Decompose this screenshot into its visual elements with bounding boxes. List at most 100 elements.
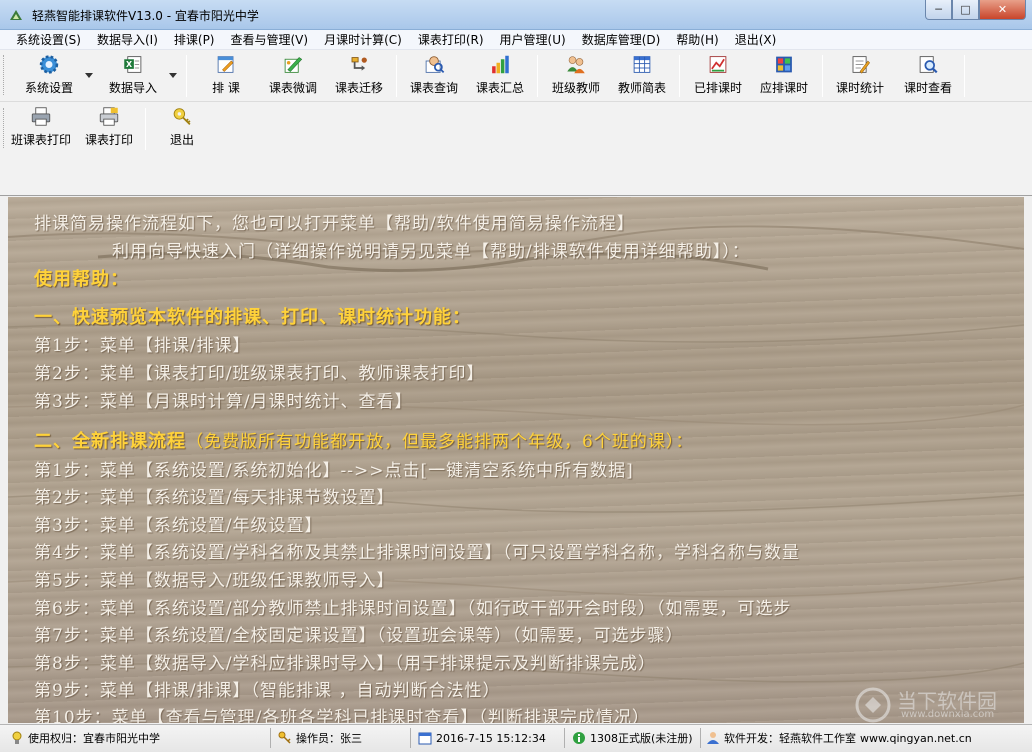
toolbar-query-button[interactable]: 课表查询 [405, 50, 463, 96]
toolbar-grip[interactable] [3, 55, 6, 95]
toolbar-migrate-button[interactable]: 课表迁移 [330, 50, 388, 96]
menu-monthly-hours[interactable]: 月课时计算(C) [316, 31, 410, 49]
toolbar-label: 系统设置 [24, 81, 73, 95]
user-icon [707, 732, 719, 744]
watermark: 当下软件园 www.downxia.com [855, 685, 1025, 725]
close-button[interactable]: ✕ [979, 0, 1026, 20]
menu-view-manage[interactable]: 查看与管理(V) [223, 31, 317, 49]
help-heading: 使用帮助： [34, 269, 129, 290]
status-rights: 使用权归：宜春市阳光中学 [10, 729, 160, 747]
section2-step: 第1步：菜单【系统设置/系统初始化】-->>点击[一键清空系统中所有数据] [34, 461, 634, 481]
section1-step: 第3步：菜单【月课时计算/月课时统计、查看】 [34, 392, 413, 412]
section1-step: 第2步：菜单【课表打印/班级课表打印、教师课表打印】 [34, 364, 485, 384]
status-divider [410, 728, 411, 748]
section2-step: 第3步：菜单【系统设置/年级设置】 [34, 516, 323, 536]
menu-bar: 系统设置(S) 数据导入(I) 排课(P) 查看与管理(V) 月课时计算(C) … [0, 30, 1032, 50]
toolbar-hour-view-button[interactable]: 课时查看 [897, 50, 959, 96]
toolbar-separator [186, 55, 187, 97]
calendar-icon [418, 732, 432, 745]
menu-database[interactable]: 数据库管理(D) [574, 31, 669, 49]
status-version-text: 1308正式版(未注册) [590, 732, 693, 745]
title-bar: 轻燕智能排课软件V13.0 - 宜春市阳光中学 ─ □ ✕ [0, 0, 1032, 30]
print-table-icon [99, 107, 119, 126]
status-divider [700, 728, 701, 748]
section2-note: （免费版所有功能都开放，但最多能排两个年级，6个班的课）： [186, 432, 694, 452]
toolbar-teacher-table-button[interactable]: 教师简表 [613, 50, 671, 96]
app-logo-icon [10, 10, 22, 20]
dropdown-arrow-icon[interactable] [168, 70, 178, 80]
main-toolbar: 系统设置 X 数据导入 排 课 课表微调 课表迁移 课表查询 课表汇总 班级教师… [0, 50, 1032, 102]
toolbar-scheduled-hours-button[interactable]: 已排课时 [689, 50, 747, 96]
migrate-icon [351, 57, 367, 71]
schedule-edit-icon [217, 56, 234, 73]
section2-step: 第9步：菜单【排课/排课】（智能排课 ，自动判断合法性） [34, 681, 501, 701]
minimize-button[interactable]: ─ [925, 0, 952, 20]
printer-icon [31, 107, 51, 126]
close-icon: ✕ [997, 3, 1008, 16]
toolbar-required-hours-button[interactable]: 应排课时 [755, 50, 813, 96]
toolbar-label: 课表微调 [268, 81, 317, 95]
toolbar-class-print-button[interactable]: 班课表打印 [9, 102, 73, 148]
toolbar-label: 数据导入 [108, 81, 157, 95]
section2-title: 二、全新排课流程 [34, 431, 186, 452]
toolbar-separator [679, 55, 680, 97]
menu-print[interactable]: 课表打印(R) [410, 31, 492, 49]
status-rights-text: 使用权归：宜春市阳光中学 [28, 732, 160, 745]
query-icon [425, 56, 445, 73]
toolbar-class-teacher-button[interactable]: 班级教师 [547, 50, 605, 96]
menu-schedule[interactable]: 排课(P) [166, 31, 223, 49]
status-developer: 软件开发：轻燕软件工作室 www.qingyan.net.cn [706, 729, 972, 747]
status-datetime-text: 2016-7-15 15:12:34 [436, 731, 546, 745]
status-version: 1308正式版(未注册) [572, 729, 693, 747]
section2-step: 第5步：菜单【数据导入/班级任课教师导入】 [34, 571, 395, 591]
minimize-icon: ─ [935, 3, 942, 16]
section2-step: 第8步：菜单【数据导入/学科应排课时导入】（用于排课提示及判断排课完成） [34, 654, 657, 674]
dropdown-arrow-icon[interactable] [84, 70, 94, 80]
toolbar-label: 退出 [169, 133, 194, 147]
status-website[interactable]: www.qingyan.net.cn [860, 732, 972, 745]
menu-help[interactable]: 帮助(H) [668, 31, 726, 49]
status-operator: 操作员：张三 [278, 729, 362, 747]
toolbar-label: 课时统计 [835, 81, 884, 95]
toolbar-label: 课表查询 [409, 81, 458, 95]
toolbar-summary-button[interactable]: 课表汇总 [471, 50, 529, 96]
print-toolbar: 班课表打印 课表打印 退出 [0, 102, 1032, 196]
key-icon [278, 731, 291, 744]
toolbar-label: 班课表打印 [10, 133, 71, 147]
toolbar-data-import-button[interactable]: X 数据导入 [104, 50, 162, 96]
toolbar-system-settings-button[interactable]: 系统设置 [20, 50, 78, 96]
toolbar-separator [396, 55, 397, 97]
scheduled-icon [709, 56, 727, 73]
intro-line-2: 利用向导快速入门（详细操作说明请另见菜单【帮助/排课软件使用详细帮助】）： [112, 242, 750, 262]
status-datetime: 2016-7-15 15:12:34 [418, 729, 546, 747]
exit-key-icon [173, 108, 191, 125]
section2-step: 第6步：菜单【系统设置/部分教师禁止排课时间设置】（如行政干部开会时段）（如需要… [34, 599, 792, 619]
section1-title: 一、快速预览本软件的排课、打印、课时统计功能： [34, 307, 471, 328]
toolbar-separator [537, 55, 538, 97]
menu-data-import[interactable]: 数据导入(I) [89, 31, 166, 49]
menu-user-management[interactable]: 用户管理(U) [492, 31, 574, 49]
toolbar-separator [964, 55, 965, 97]
window-title: 轻燕智能排课软件V13.0 - 宜春市阳光中学 [32, 9, 259, 23]
toolbar-exit-button[interactable]: 退出 [156, 102, 208, 148]
section2-step: 第4步：菜单【系统设置/学科名称及其禁止排课时间设置】（可只设置学科名称，学科名… [34, 543, 801, 563]
gear-icon [39, 55, 59, 74]
menu-system-settings[interactable]: 系统设置(S) [8, 31, 89, 49]
excel-import-icon: X [124, 56, 142, 73]
maximize-button[interactable]: □ [952, 0, 979, 20]
status-developer-text: 软件开发：轻燕软件工作室 [724, 732, 856, 745]
section2-step: 第10步：菜单【查看与管理/各班各学科已排课时查看】（判断排课完成情况） [34, 708, 650, 723]
status-divider [270, 728, 271, 748]
help-content-panel: 排课简易操作流程如下，您也可以打开菜单【帮助/软件使用简易操作流程】 利用向导快… [8, 197, 1024, 723]
toolbar-hour-stats-button[interactable]: 课时统计 [831, 50, 889, 96]
toolbar-label: 课表打印 [84, 133, 133, 147]
toolbar-tweak-button[interactable]: 课表微调 [264, 50, 322, 96]
toolbar-schedule-button[interactable]: 排 课 [198, 50, 254, 96]
lightbulb-icon [12, 731, 22, 744]
section1-step: 第1步：菜单【排课/排课】 [34, 336, 251, 356]
intro-line-1: 排课简易操作流程如下，您也可以打开菜单【帮助/软件使用简易操作流程】 [34, 214, 635, 234]
menu-exit[interactable]: 退出(X) [727, 31, 785, 49]
toolbar-table-print-button[interactable]: 课表打印 [80, 102, 138, 148]
status-divider [564, 728, 565, 748]
toolbar-grip[interactable] [3, 108, 6, 148]
